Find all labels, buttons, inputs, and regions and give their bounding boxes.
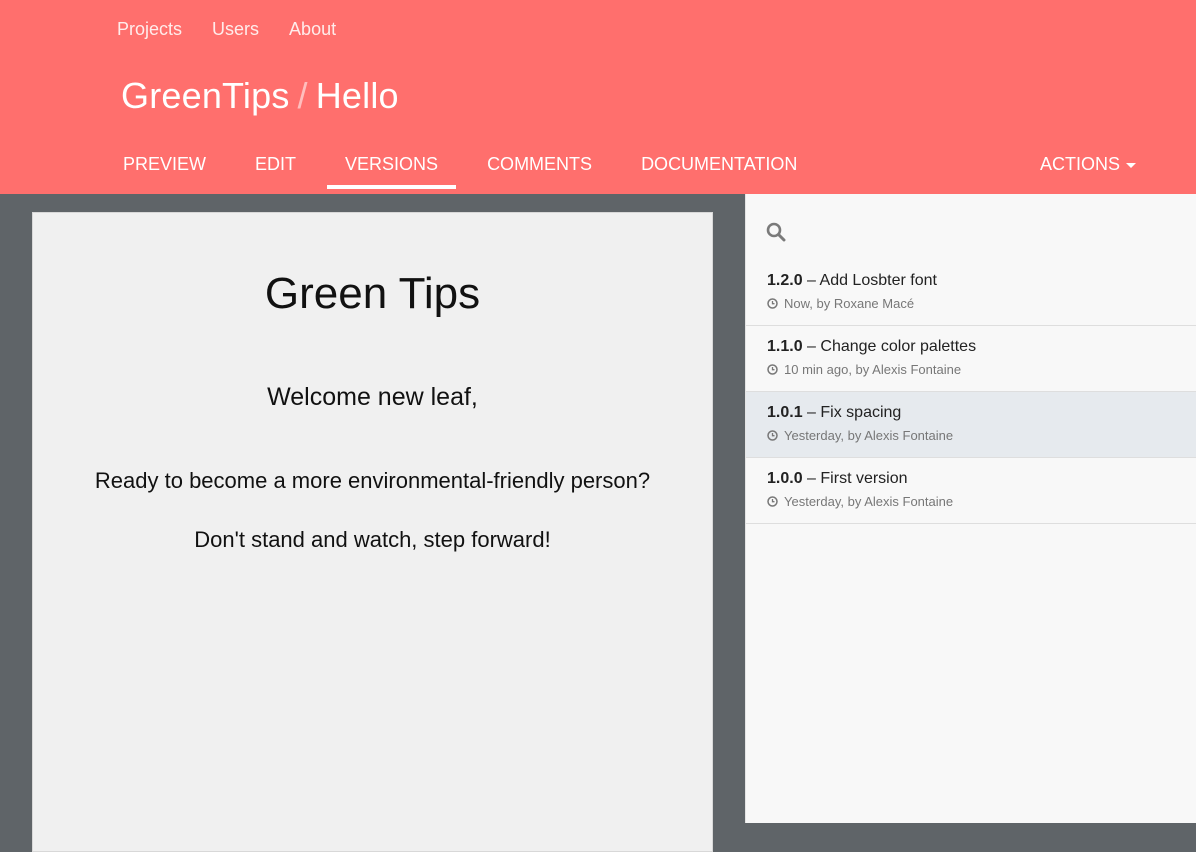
breadcrumb: GreenTips / Hello (121, 75, 399, 117)
search-row (746, 194, 1196, 260)
version-number: 1.0.1 (767, 404, 803, 421)
version-meta: Yesterday, by Alexis Fontaine (767, 494, 1196, 509)
version-title: 1.0.0 – First version (767, 470, 1196, 488)
version-message: Fix spacing (820, 404, 902, 421)
actions-label: ACTIONS (1039, 154, 1120, 174)
tab-comments[interactable]: COMMENTS (469, 146, 610, 188)
version-separator: – (807, 470, 816, 487)
document-title: Green Tips (264, 269, 481, 318)
tab-versions[interactable]: VERSIONS (327, 146, 457, 189)
document-preview: Green Tips Welcome new leaf, Ready to be… (32, 212, 713, 852)
tab-bar: PREVIEW EDIT VERSIONS COMMENTS DOCUMENTA… (105, 146, 828, 189)
version-separator: – (807, 338, 816, 355)
version-separator: – (807, 404, 816, 421)
document-text-line-2: Don't stand and watch, step forward! (194, 527, 551, 552)
nav-link-projects[interactable]: Projects (117, 19, 182, 40)
version-meta: 10 min ago, by Alexis Fontaine (767, 362, 1196, 377)
version-title: 1.0.1 – Fix spacing (767, 404, 1196, 422)
version-number: 1.0.0 (767, 470, 803, 487)
breadcrumb-page: Hello (315, 75, 399, 116)
breadcrumb-separator: / (297, 75, 308, 116)
actions-dropdown[interactable]: ACTIONS (1040, 154, 1136, 175)
version-message: Change color palettes (820, 338, 977, 355)
document-text-line-1: Ready to become a more environmental-fri… (94, 468, 651, 493)
version-message: Add Losbter font (819, 272, 937, 289)
version-meta-text: Yesterday, by Alexis Fontaine (784, 428, 954, 443)
version-item[interactable]: 1.2.0 – Add Losbter font Now, by Roxane … (746, 260, 1196, 326)
version-title: 1.1.0 – Change color palettes (767, 338, 1196, 356)
version-meta: Yesterday, by Alexis Fontaine (767, 428, 1196, 443)
version-number: 1.2.0 (767, 272, 803, 289)
version-title: 1.2.0 – Add Losbter font (767, 272, 1196, 290)
nav-link-about[interactable]: About (289, 19, 336, 40)
nav-link-users[interactable]: Users (212, 19, 259, 40)
version-message: First version (820, 470, 908, 487)
tab-edit[interactable]: EDIT (237, 146, 314, 188)
version-item[interactable]: 1.0.0 – First version Yesterday, by Alex… (746, 458, 1196, 524)
tab-documentation[interactable]: DOCUMENTATION (623, 146, 815, 188)
preview-area: Green Tips Welcome new leaf, Ready to be… (0, 194, 745, 852)
clock-icon (767, 298, 778, 309)
breadcrumb-project[interactable]: GreenTips (121, 75, 290, 116)
version-item-selected[interactable]: 1.0.1 – Fix spacing Yesterday, by Alexis… (746, 392, 1196, 458)
version-meta-text: Now, by Roxane Macé (784, 296, 915, 311)
clock-icon (767, 430, 778, 441)
chevron-down-icon (1126, 162, 1136, 168)
tab-preview[interactable]: PREVIEW (105, 146, 224, 188)
version-item[interactable]: 1.1.0 – Change color palettes 10 min ago… (746, 326, 1196, 392)
version-meta-text: 10 min ago, by Alexis Fontaine (784, 362, 962, 377)
version-meta-text: Yesterday, by Alexis Fontaine (784, 494, 954, 509)
top-nav: Projects Users About (117, 19, 366, 40)
search-icon[interactable] (766, 222, 786, 246)
clock-icon (767, 496, 778, 507)
version-number: 1.1.0 (767, 338, 803, 355)
document-welcome: Welcome new leaf, (267, 383, 478, 411)
clock-icon (767, 364, 778, 375)
version-separator: – (807, 272, 816, 289)
versions-panel: 1.2.0 – Add Losbter font Now, by Roxane … (745, 194, 1196, 823)
version-meta: Now, by Roxane Macé (767, 296, 1196, 311)
app-header: Projects Users About GreenTips / Hello PRE… (0, 0, 1196, 194)
